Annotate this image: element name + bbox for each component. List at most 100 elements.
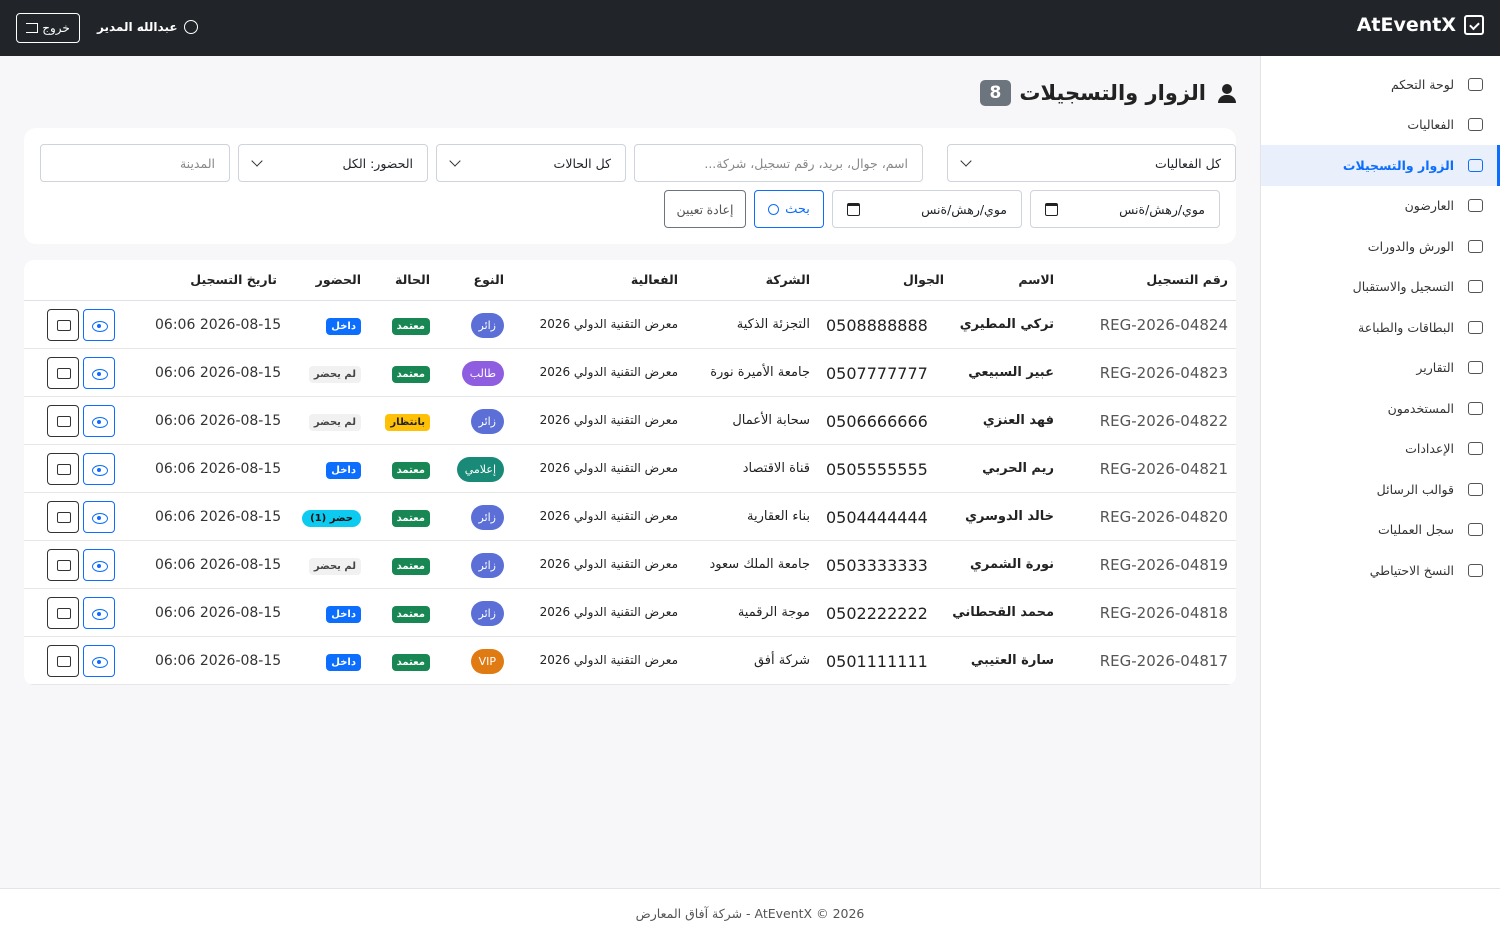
company-name: التجزئة الذكية xyxy=(736,317,810,332)
city-input-placeholder: المدينة xyxy=(179,155,215,171)
sidebar-item[interactable]: سجل العمليات xyxy=(1261,510,1500,551)
graph-icon xyxy=(1468,361,1483,375)
print-button[interactable] xyxy=(47,357,79,389)
registrations-table: رقم التسجيل الاسم الجوال الشركة الفعالية… xyxy=(24,260,1236,685)
table-row[interactable]: REG-2026-04819 نورة الشمري 0503333333 جامعة… xyxy=(24,541,1236,589)
print-button[interactable] xyxy=(47,597,79,629)
visitor-name: محمد القحطاني xyxy=(952,605,1054,620)
print-button[interactable] xyxy=(47,549,79,581)
sidebar-item[interactable]: الفعاليات xyxy=(1261,105,1500,146)
event-select[interactable]: كل الفعاليات xyxy=(947,144,1236,182)
date-to-input[interactable]: موي/رهش/ةنس xyxy=(832,190,1022,228)
status-select-value: كل الحالات xyxy=(553,155,611,171)
status-badge: معتمد xyxy=(391,510,430,527)
company-name: بناء العقارية xyxy=(747,509,810,524)
id-card-icon xyxy=(1468,320,1483,334)
print-button[interactable] xyxy=(47,405,79,437)
visitor-name: ريم الحربي xyxy=(982,461,1054,476)
status-select[interactable]: كل الحالات xyxy=(436,144,626,182)
print-button[interactable] xyxy=(47,501,79,533)
table-row[interactable]: REG-2026-04824 تركي المطيري 0508888888 التج… xyxy=(24,301,1236,349)
type-badge: زائر xyxy=(470,553,504,578)
person-lines-icon xyxy=(1468,158,1483,172)
sidebar-item[interactable]: البطاقات والطباعة xyxy=(1261,307,1500,348)
attendance-badge: داخل xyxy=(326,462,361,479)
sidebar-item[interactable]: الزوار والتسجيلات xyxy=(1261,145,1500,186)
header-company[interactable]: الشركة xyxy=(766,272,810,287)
event-name: معرض التقنية الدولي 2026 xyxy=(539,509,678,523)
calendar-icon[interactable] xyxy=(1045,203,1058,216)
date-from-input[interactable]: موي/رهش/ةنس xyxy=(1030,190,1220,228)
header-event[interactable]: الفعالية xyxy=(631,272,678,287)
status-badge: معتمد xyxy=(391,654,430,671)
view-button[interactable] xyxy=(83,357,115,389)
event-name: معرض التقنية الدولي 2026 xyxy=(539,557,678,571)
chevron-down-icon xyxy=(960,155,972,167)
view-button[interactable] xyxy=(83,453,115,485)
header-date[interactable]: تاريخ التسجيل xyxy=(190,272,277,287)
header-phone[interactable]: الجوال xyxy=(903,272,944,287)
brand[interactable]: AtEventX xyxy=(1357,14,1484,36)
sidebar-item[interactable]: الورش والدورات xyxy=(1261,226,1500,267)
view-button[interactable] xyxy=(83,501,115,533)
sidebar-item[interactable]: النسخ الاحتياطي xyxy=(1261,550,1500,591)
table-row[interactable]: REG-2026-04820 خالد الدوسري 0504444444 بناء… xyxy=(24,493,1236,541)
user-menu[interactable]: عبدالله المدير xyxy=(97,20,198,34)
sidebar-item[interactable]: المستخدمون xyxy=(1261,388,1500,429)
sidebar-item[interactable]: التقارير xyxy=(1261,348,1500,389)
count-badge: 8 xyxy=(979,80,1012,106)
logout-button[interactable]: خروج xyxy=(16,13,80,43)
header-type[interactable]: النوع xyxy=(474,272,504,287)
company-name: جامعة الأميرة نورة xyxy=(710,365,810,380)
view-button[interactable] xyxy=(83,309,115,341)
phone-number: 0507777777 xyxy=(826,364,928,383)
print-button[interactable] xyxy=(47,309,79,341)
city-input[interactable]: المدينة xyxy=(40,144,230,182)
attendance-select[interactable]: الحضور: الكل xyxy=(238,144,428,182)
gear-icon xyxy=(1468,442,1483,456)
print-button[interactable] xyxy=(47,453,79,485)
top-navbar: AtEventX عبدالله المدير خروج xyxy=(0,0,1500,56)
chevron-down-icon xyxy=(449,155,461,167)
table-row[interactable]: REG-2026-04821 ريم الحربي 0505555555 قناة ا… xyxy=(24,445,1236,493)
table-row[interactable]: REG-2026-04817 سارة العتيبي 0501111111 شركة… xyxy=(24,637,1236,685)
sidebar-item[interactable]: لوحة التحكم xyxy=(1261,64,1500,105)
view-button[interactable] xyxy=(83,597,115,629)
user-name: عبدالله المدير xyxy=(97,20,178,34)
table-row[interactable]: REG-2026-04822 فهد العنزي 0506666666 سحابة … xyxy=(24,397,1236,445)
status-badge: معتمد xyxy=(391,366,430,383)
header-status[interactable]: الحالة xyxy=(395,272,430,287)
header-name[interactable]: الاسم xyxy=(1018,272,1054,287)
print-button[interactable] xyxy=(47,645,79,677)
reset-button[interactable]: إعادة تعيين xyxy=(664,190,746,228)
table-row[interactable]: REG-2026-04823 عبير السبيعي 0507777777 جامع… xyxy=(24,349,1236,397)
search-button[interactable]: بحث xyxy=(754,190,824,228)
sidebar-item[interactable]: التسجيل والاستقبال xyxy=(1261,267,1500,308)
attendance-badge: لم يحضر xyxy=(308,366,361,383)
footer-text: 2026 © AtEventX - شركة آفاق المعارض xyxy=(635,905,865,921)
calendar-icon[interactable] xyxy=(847,203,860,216)
view-button[interactable] xyxy=(83,549,115,581)
header-attendance[interactable]: الحضور xyxy=(316,272,361,287)
status-badge: معتمد xyxy=(391,558,430,575)
view-button[interactable] xyxy=(83,645,115,677)
search-icon xyxy=(768,203,780,215)
status-badge: معتمد xyxy=(391,462,430,479)
sidebar-item[interactable]: العارضون xyxy=(1261,186,1500,227)
phone-number: 0506666666 xyxy=(826,412,928,431)
visitor-name: عبير السبيعي xyxy=(968,365,1054,380)
event-name: معرض التقنية الدولي 2026 xyxy=(539,413,678,427)
phone-number: 0502222222 xyxy=(826,604,928,623)
registration-date: 2026-08-15 06:06 xyxy=(155,605,282,621)
calendar-icon xyxy=(1468,118,1483,132)
type-badge: طالب xyxy=(461,361,504,386)
header-reg[interactable]: رقم التسجيل xyxy=(1146,272,1228,287)
sidebar-item[interactable]: الإعدادات xyxy=(1261,429,1500,470)
view-button[interactable] xyxy=(83,405,115,437)
event-name: معرض التقنية الدولي 2026 xyxy=(539,365,678,379)
sidebar-item[interactable]: قوالب الرسائل xyxy=(1261,469,1500,510)
search-input[interactable]: اسم، جوال، بريد، رقم تسجيل، شركة... xyxy=(634,144,923,182)
phone-number: 0504444444 xyxy=(826,508,928,527)
reg-number: REG-2026-04819 xyxy=(1099,556,1228,574)
table-row[interactable]: REG-2026-04818 محمد القحطاني 0502222222 موج… xyxy=(24,589,1236,637)
